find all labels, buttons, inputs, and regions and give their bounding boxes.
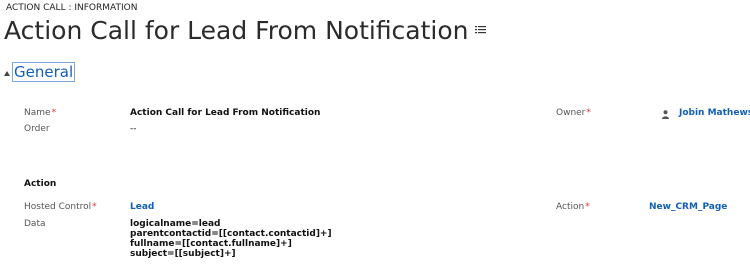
owner-label: Owner* <box>556 108 591 118</box>
data-line: subject=[[subject]+] <box>130 249 236 259</box>
data-line: parentcontactid=[[contact.contactid]+] <box>130 229 332 239</box>
name-label: Name* <box>24 108 56 118</box>
order-label: Order <box>24 124 50 134</box>
list-menu-icon-graphic <box>474 26 486 34</box>
name-value[interactable]: Action Call for Lead From Notification <box>130 108 320 118</box>
data-line: logicalname=lead <box>130 219 221 229</box>
order-value[interactable]: -- <box>130 124 137 134</box>
required-marker: * <box>51 108 57 118</box>
data-label: Data <box>24 219 46 229</box>
section-general-header[interactable]: General <box>4 62 76 82</box>
data-line: fullname=[[contact.fullname]+] <box>130 239 292 249</box>
owner-link[interactable]: Jobin Mathews <box>679 108 750 118</box>
required-marker: * <box>92 202 97 212</box>
collapse-triangle-icon[interactable] <box>4 71 10 76</box>
hosted-control-link[interactable]: Lead <box>130 202 154 212</box>
action-subheading: Action <box>24 179 57 189</box>
action-label-text: Action <box>556 202 585 212</box>
name-label-text: Name <box>24 108 51 118</box>
required-marker: * <box>586 108 591 118</box>
hosted-control-label: Hosted Control* <box>24 202 97 212</box>
section-title[interactable]: General <box>12 62 76 82</box>
owner-label-text: Owner <box>556 108 586 118</box>
hosted-control-label-text: Hosted Control <box>24 202 92 212</box>
action-link[interactable]: New_CRM_Page <box>649 202 727 212</box>
title-row: Action Call for Lead From Notification <box>4 15 486 47</box>
page-title: Action Call for Lead From Notification <box>4 16 469 45</box>
data-value[interactable]: logicalname=lead parentcontactid=[[conta… <box>130 219 332 259</box>
list-menu-icon[interactable] <box>474 24 486 37</box>
required-marker: * <box>585 202 590 212</box>
action-label: Action* <box>556 202 590 212</box>
breadcrumb: ACTION CALL : INFORMATION <box>6 3 138 13</box>
action-call-form: ACTION CALL : INFORMATION Action Call fo… <box>0 0 750 279</box>
user-icon <box>662 110 669 119</box>
